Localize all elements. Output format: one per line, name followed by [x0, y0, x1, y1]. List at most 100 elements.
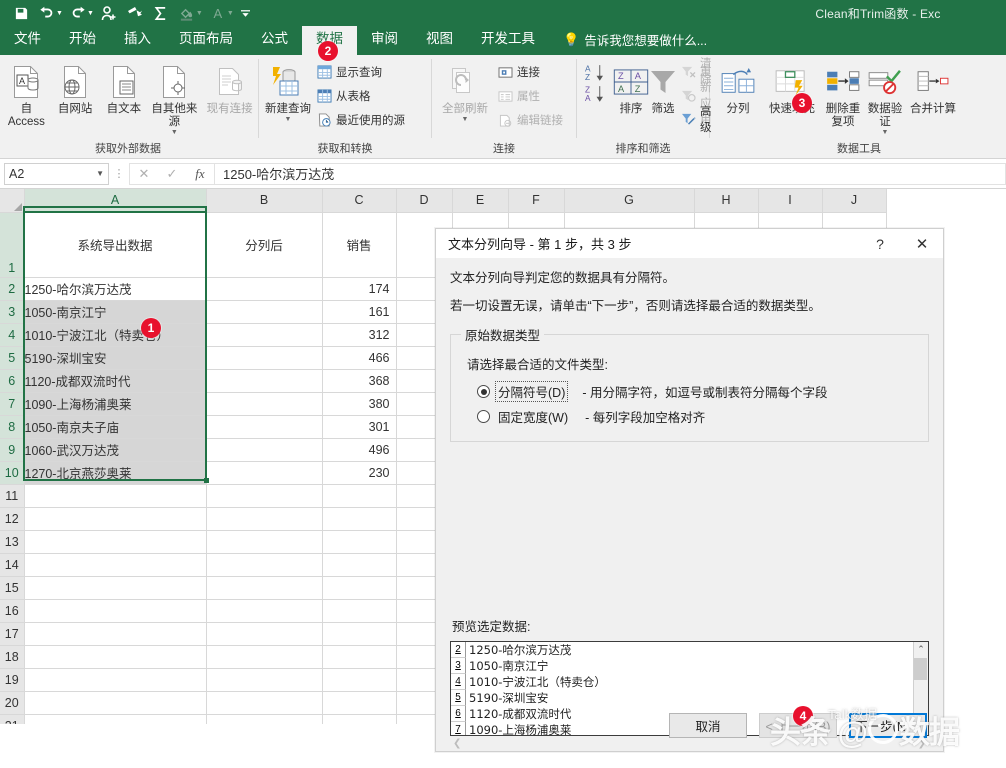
cell-c13[interactable]: [322, 530, 396, 553]
column-header-c[interactable]: C: [322, 189, 396, 212]
button-sort-dialog[interactable]: ZAAZ 排序: [613, 59, 649, 116]
row-header-5[interactable]: 5: [0, 346, 24, 369]
cell-a8[interactable]: 1050-南京夫子庙: [24, 415, 206, 438]
cell-a21[interactable]: [24, 714, 206, 724]
cell-b1[interactable]: 分列后: [206, 212, 322, 277]
question-mark-icon[interactable]: ?: [859, 229, 901, 259]
row-header-18[interactable]: 18: [0, 645, 24, 668]
button-advanced-filter[interactable]: 高级: [677, 107, 716, 131]
cell-a9[interactable]: 1060-武汉万达茂: [24, 438, 206, 461]
button-remove-duplicates[interactable]: 删除重复项: [822, 59, 864, 129]
chevron-down-icon[interactable]: ▼: [285, 116, 292, 124]
tab-view[interactable]: 视图: [412, 26, 467, 55]
cell-c15[interactable]: [322, 576, 396, 599]
button-new-query[interactable]: 新建查询 ▼: [263, 59, 313, 124]
column-header-e[interactable]: E: [452, 189, 508, 212]
insert-function-icon[interactable]: fx: [186, 166, 214, 182]
tab-page-layout[interactable]: 页面布局: [165, 26, 247, 55]
cell-b4[interactable]: [206, 323, 322, 346]
cell-c19[interactable]: [322, 668, 396, 691]
button-show-queries[interactable]: 显示查询: [313, 60, 409, 84]
format-painter-icon[interactable]: [122, 2, 148, 24]
cell-a5[interactable]: 5190-深圳宝安: [24, 346, 206, 369]
cell-c2[interactable]: 174: [322, 277, 396, 300]
tab-review[interactable]: 审阅: [357, 26, 412, 55]
cell-a11[interactable]: [24, 484, 206, 507]
row-header-1[interactable]: 1: [0, 212, 24, 277]
cell-b19[interactable]: [206, 668, 322, 691]
row-header-14[interactable]: 14: [0, 553, 24, 576]
select-all-corner[interactable]: [0, 189, 24, 212]
row-header-3[interactable]: 3: [0, 300, 24, 323]
cell-a19[interactable]: [24, 668, 206, 691]
row-header-8[interactable]: 8: [0, 415, 24, 438]
enter-check-icon[interactable]: ✓: [158, 166, 186, 182]
button-from-web[interactable]: 自网站: [51, 59, 100, 116]
cell-a14[interactable]: [24, 553, 206, 576]
button-consolidate[interactable]: 合并计算: [906, 59, 960, 116]
cell-a6[interactable]: 1120-成都双流时代: [24, 369, 206, 392]
button-from-access[interactable]: A 自 Access: [2, 59, 51, 129]
cell-b14[interactable]: [206, 553, 322, 576]
cell-b16[interactable]: [206, 599, 322, 622]
cell-c17[interactable]: [322, 622, 396, 645]
cell-a13[interactable]: [24, 530, 206, 553]
undo-dropdown-icon[interactable]: ▼: [56, 10, 63, 17]
button-sort-ascending[interactable]: AZ: [581, 62, 613, 83]
row-header-16[interactable]: 16: [0, 599, 24, 622]
close-x-icon[interactable]: ✕: [901, 229, 943, 259]
cell-a7[interactable]: 1090-上海杨浦奥莱: [24, 392, 206, 415]
column-header-b[interactable]: B: [206, 189, 322, 212]
tab-developer[interactable]: 开发工具: [467, 26, 549, 55]
cell-c14[interactable]: [322, 553, 396, 576]
row-header-15[interactable]: 15: [0, 576, 24, 599]
formula-bar-grip[interactable]: ⋮: [109, 167, 129, 180]
button-filter[interactable]: 筛选: [649, 59, 677, 116]
column-header-i[interactable]: I: [758, 189, 822, 212]
cell-c8[interactable]: 301: [322, 415, 396, 438]
cell-b2[interactable]: [206, 277, 322, 300]
cell-b18[interactable]: [206, 645, 322, 668]
cell-c11[interactable]: [322, 484, 396, 507]
redo-dropdown-icon[interactable]: ▼: [87, 10, 94, 17]
row-header-11[interactable]: 11: [0, 484, 24, 507]
row-header-17[interactable]: 17: [0, 622, 24, 645]
cell-c12[interactable]: [322, 507, 396, 530]
cell-a12[interactable]: [24, 507, 206, 530]
tab-formulas[interactable]: 公式: [247, 26, 302, 55]
button-connections[interactable]: 连接: [494, 60, 567, 84]
cell-a15[interactable]: [24, 576, 206, 599]
button-recent-sources[interactable]: 最近使用的源: [313, 108, 409, 132]
tell-me-search[interactable]: 💡 告诉我您想要做什么...: [549, 26, 715, 55]
fill-color-dropdown-icon[interactable]: ▼: [196, 10, 203, 17]
cell-b12[interactable]: [206, 507, 322, 530]
cell-c21[interactable]: [322, 714, 396, 724]
chevron-up-icon[interactable]: ⌃: [917, 642, 925, 656]
row-header-2[interactable]: 2: [0, 277, 24, 300]
cell-b21[interactable]: [206, 714, 322, 724]
button-existing-connections[interactable]: 现有连接: [205, 59, 254, 116]
row-header-12[interactable]: 12: [0, 507, 24, 530]
column-header-g[interactable]: G: [564, 189, 694, 212]
cell-c7[interactable]: 380: [322, 392, 396, 415]
cell-c10[interactable]: 230: [322, 461, 396, 484]
radio-fixed-width[interactable]: 固定宽度(W) - 每列字段加空格对齐: [477, 406, 918, 427]
button-edit-links[interactable]: 编辑链接: [494, 108, 567, 132]
cell-b13[interactable]: [206, 530, 322, 553]
add-person-icon[interactable]: [96, 2, 122, 24]
cell-b10[interactable]: [206, 461, 322, 484]
scrollbar-thumb[interactable]: [914, 658, 927, 680]
chevron-down-icon[interactable]: ▼: [171, 129, 178, 137]
button-flash-fill[interactable]: 快速填充: [762, 59, 822, 116]
cell-b11[interactable]: [206, 484, 322, 507]
cell-a17[interactable]: [24, 622, 206, 645]
row-header-4[interactable]: 4: [0, 323, 24, 346]
cell-c4[interactable]: 312: [322, 323, 396, 346]
button-refresh-all[interactable]: 全部刷新 ▼: [436, 59, 494, 124]
customize-qat-icon[interactable]: [236, 2, 256, 24]
cell-c16[interactable]: [322, 599, 396, 622]
button-data-validation[interactable]: 数据验证 ▼: [864, 59, 906, 137]
autosum-icon[interactable]: [148, 2, 174, 24]
cell-a18[interactable]: [24, 645, 206, 668]
button-text-to-columns[interactable]: 分列: [714, 59, 762, 116]
